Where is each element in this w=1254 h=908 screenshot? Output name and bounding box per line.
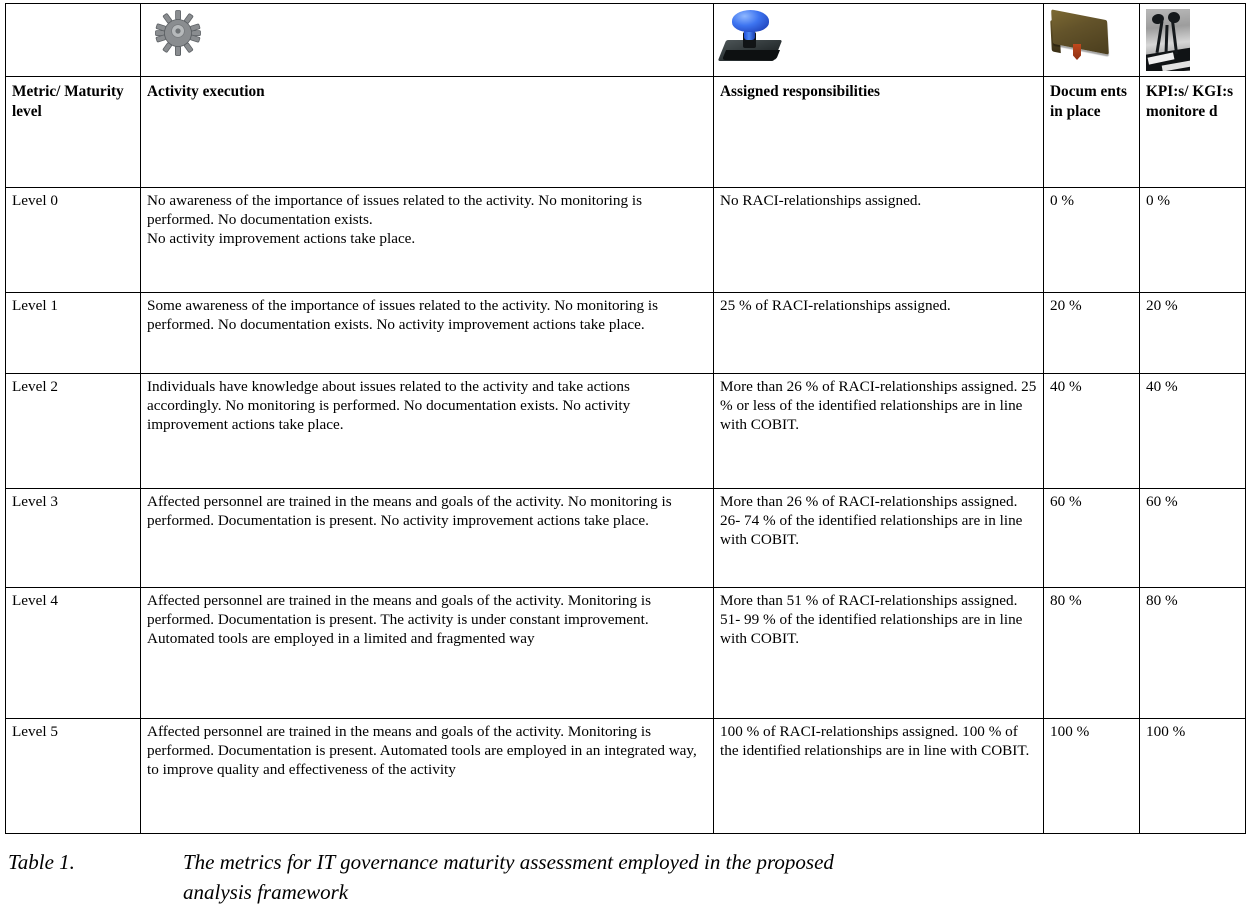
column-header-level: Metric/ Maturity level — [5, 76, 141, 188]
column-header-row: Metric/ Maturity level Activity executio… — [5, 76, 1246, 188]
row-level-label: Level 5 — [5, 718, 141, 834]
row-kpi-value: 40 % — [1139, 373, 1246, 489]
row-kpi-value: 20 % — [1139, 292, 1246, 374]
row-responsibilities-text: 100 % of RACI-relationships assigned. 10… — [713, 718, 1044, 834]
column-header-responsibilities: Assigned responsibilities — [713, 76, 1044, 188]
row-activity-text: Affected personnel are trained in the me… — [140, 718, 714, 834]
row-documents-value: 80 % — [1043, 587, 1140, 719]
icon-cell-documents — [1043, 3, 1140, 77]
row-documents-value: 100 % — [1043, 718, 1140, 834]
caption-label: Table 1. — [8, 850, 75, 874]
row-activity-text: Some awareness of the importance of issu… — [140, 292, 714, 374]
row-documents-value: 0 % — [1043, 187, 1140, 293]
caption-line-2: analysis framework — [183, 879, 349, 904]
row-activity-text: Individuals have knowledge about issues … — [140, 373, 714, 489]
kpi-photo-icon-wrap — [1140, 4, 1245, 72]
gear-icon-wrap — [141, 4, 713, 72]
table-row: Level 1 Some awareness of the importance… — [5, 292, 1246, 374]
book-icon-wrap — [1044, 4, 1139, 72]
row-kpi-value: 0 % — [1139, 187, 1246, 293]
row-level-label: Level 2 — [5, 373, 141, 489]
row-level-label: Level 4 — [5, 587, 141, 719]
table-row: Level 5 Affected personnel are trained i… — [5, 718, 1246, 834]
stamp-icon — [717, 10, 783, 68]
row-activity-text: Affected personnel are trained in the me… — [140, 488, 714, 588]
row-level-label: Level 1 — [5, 292, 141, 374]
table-page: Metric/ Maturity level Activity executio… — [0, 3, 1254, 904]
row-responsibilities-text: 25 % of RACI-relationships assigned. — [713, 292, 1044, 374]
table-row: Level 3 Affected personnel are trained i… — [5, 488, 1246, 588]
row-kpi-value: 80 % — [1139, 587, 1246, 719]
row-activity-text: No awareness of the importance of issues… — [140, 187, 714, 293]
row-responsibilities-text: More than 26 % of RACI-relationships ass… — [713, 373, 1044, 489]
row-responsibilities-text: More than 51 % of RACI-relationships ass… — [713, 587, 1044, 719]
row-kpi-value: 60 % — [1139, 488, 1246, 588]
row-level-label: Level 3 — [5, 488, 141, 588]
row-documents-value: 20 % — [1043, 292, 1140, 374]
gear-icon — [155, 10, 201, 56]
icon-cell-responsibilities — [713, 3, 1044, 77]
row-kpi-value: 100 % — [1139, 718, 1246, 834]
row-level-label: Level 0 — [5, 187, 141, 293]
column-header-activity: Activity execution — [140, 76, 714, 188]
icon-header-row — [5, 3, 1246, 77]
column-header-documents: Docum ents in place — [1043, 76, 1140, 188]
caption-line-1: The metrics for IT governance maturity a… — [183, 850, 834, 874]
icon-cell-activity — [140, 3, 714, 77]
row-responsibilities-text: More than 26 % of RACI-relationships ass… — [713, 488, 1044, 588]
book-icon — [1050, 9, 1114, 67]
metrics-table: Metric/ Maturity level Activity executio… — [5, 3, 1246, 834]
table-caption: Table 1. The metrics for IT governance ma… — [8, 848, 1254, 908]
icon-cell-kpi — [1139, 3, 1246, 77]
column-header-kpi: KPI:s/ KGI:s monitore d — [1139, 76, 1246, 188]
row-documents-value: 40 % — [1043, 373, 1140, 489]
stamp-icon-wrap — [714, 4, 1043, 72]
row-responsibilities-text: No RACI-relationships assigned. — [713, 187, 1044, 293]
row-activity-text: Affected personnel are trained in the me… — [140, 587, 714, 719]
row-documents-value: 60 % — [1043, 488, 1140, 588]
table-row: Level 4 Affected personnel are trained i… — [5, 587, 1246, 719]
icon-cell-level — [5, 3, 141, 77]
table-row: Level 0 No awareness of the importance o… — [5, 187, 1246, 293]
table-row: Level 2 Individuals have knowledge about… — [5, 373, 1246, 489]
kpi-photo-icon — [1146, 9, 1190, 71]
